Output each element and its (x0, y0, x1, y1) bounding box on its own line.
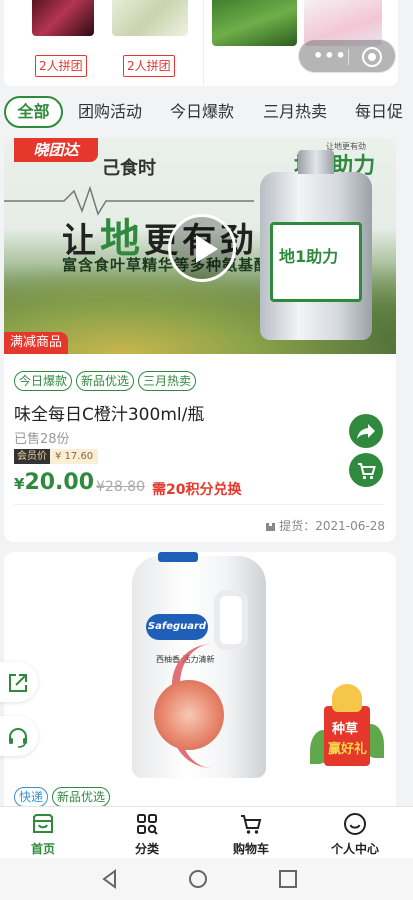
brand-logo: Safeguard (146, 614, 208, 640)
group-buy-tag: 2人拼团 (123, 55, 175, 77)
product-video-banner[interactable]: 晓团达 己食时 让地更有劲 富含食叶草精华等多种氨基酸 让地更有劲 地1助力 地… (4, 138, 396, 354)
home-circle-icon[interactable] (188, 869, 208, 889)
bottle-neck (298, 150, 334, 174)
divider (203, 0, 204, 86)
bottle-handle (214, 590, 248, 650)
product-tag: 快递 (14, 787, 49, 807)
product-tag: 新品优选 (52, 787, 111, 807)
product-tag: 新品优选 (76, 371, 135, 391)
banner-subtitle: 富含食叶草精华等多种氨基酸 (62, 256, 271, 274)
price-currency: ¥ (14, 475, 25, 493)
promo-badge: 满减商品 (4, 332, 69, 354)
member-price-value: ¥ 17.60 (50, 449, 99, 464)
cart-icon (358, 463, 376, 480)
share-arrow-icon (357, 424, 375, 439)
smile-icon (344, 813, 366, 835)
group-buy-tag: 2人拼团 (35, 55, 87, 77)
tab-march-hot[interactable]: 三月热卖 (263, 96, 327, 128)
share-button[interactable] (349, 414, 383, 448)
sale-price: ¥20.00 (14, 470, 94, 495)
bottom-tab-bar: 首页 分类 购物车 个人中心 (0, 806, 413, 858)
more-menu-button[interactable]: ••• (313, 47, 347, 65)
capsule-divider (348, 49, 349, 65)
points-exchange: 需20积分兑换 (152, 482, 242, 498)
member-price: 会员价 ¥ 17.60 (14, 449, 99, 464)
original-price: ¥28.80 (96, 479, 145, 495)
divider (14, 504, 384, 505)
miniapp-capsule: ••• (298, 39, 396, 73)
member-price-label: 会员价 (14, 449, 50, 464)
tab-daily-promo[interactable]: 每日促 (355, 96, 403, 128)
product-thumb-spinach[interactable] (212, 0, 297, 46)
play-icon[interactable] (168, 214, 236, 282)
target-icon[interactable] (362, 47, 382, 67)
bottle-cap (158, 552, 198, 562)
gift-title: 种草 (332, 722, 359, 737)
grid-search-icon (137, 814, 158, 835)
external-link-icon (9, 674, 27, 692)
cart-icon (241, 815, 262, 834)
previous-section-strip: 2人拼团 2人拼团 ••• (0, 0, 413, 90)
pickup-date: 提货：2021-06-28 (265, 517, 385, 534)
add-to-cart-button[interactable] (349, 453, 383, 487)
recents-square-icon[interactable] (278, 869, 298, 889)
gift-bag-icon (332, 684, 362, 712)
tabbar-cart[interactable]: 购物车 (211, 807, 291, 859)
product-name[interactable]: 味全每日C橙汁300ml/瓶 (14, 400, 204, 425)
product-tag: 今日爆款 (14, 371, 73, 391)
tab-all[interactable]: 全部 (4, 96, 63, 128)
tabbar-profile[interactable]: 个人中心 (315, 807, 395, 859)
package-icon (266, 523, 276, 531)
bottle-label: 地1助力 (270, 222, 362, 302)
tabbar-label: 购物车 (232, 842, 269, 856)
home-icon (33, 814, 53, 833)
pickup-date-text: 提货：2021-06-28 (279, 519, 385, 533)
product-tags: 快递 新品优选 (14, 786, 114, 807)
gift-subtitle: 赢好礼 (328, 742, 368, 757)
system-navigation-bar (0, 858, 413, 900)
bottle-label-text: 地1助力 (279, 247, 339, 266)
product-thumb-cauliflower[interactable] (112, 0, 188, 36)
category-tabs: 全部 团购活动 今日爆款 三月热卖 每日促 (0, 92, 413, 134)
tab-today-hot[interactable]: 今日爆款 (170, 96, 234, 128)
tabbar-category[interactable]: 分类 (107, 807, 187, 859)
tabbar-label: 分类 (134, 842, 159, 856)
bodywash-bottle-image: Safeguard 西柚香·活力清新 (132, 552, 266, 778)
product-card[interactable]: 晓团达 己食时 让地更有劲 富含食叶草精华等多种氨基酸 让地更有劲 地1助力 地… (4, 138, 396, 542)
grapefruit-graphic (154, 680, 224, 750)
tabbar-home[interactable]: 首页 (3, 807, 83, 859)
tabbar-label: 个人中心 (330, 842, 379, 856)
tabbar-label: 首页 (30, 842, 55, 856)
product-tags: 今日爆款 新品优选 三月热卖 (14, 370, 200, 391)
product-tag: 三月热卖 (138, 371, 197, 391)
product-bottle-image: 地1助力 (260, 150, 372, 340)
price-value: 20.00 (24, 470, 95, 495)
sold-count: 已售28份 (14, 432, 70, 447)
product-thumb-berries[interactable] (32, 0, 94, 36)
banner-brand-text: 己食时 (102, 158, 156, 179)
back-triangle-icon[interactable] (100, 869, 120, 889)
tab-group-activity[interactable]: 团购活动 (78, 96, 142, 128)
brand-logo-tag: 晓团达 (14, 138, 98, 162)
headset-icon (9, 728, 27, 748)
seeding-gift-float[interactable]: 种草 赢好礼 (308, 684, 384, 772)
